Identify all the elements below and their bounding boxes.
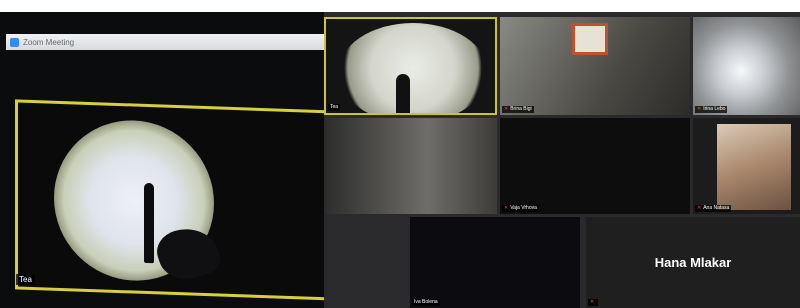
- wall-painting: [572, 23, 608, 55]
- muted-mic-icon: ✕: [504, 205, 509, 211]
- video-tile[interactable]: [324, 118, 497, 214]
- zoom-app-icon: [10, 37, 19, 47]
- participant-video: [717, 124, 791, 210]
- participant-name-tag: ✕: [588, 299, 599, 306]
- muted-mic-icon: ✕: [590, 299, 595, 305]
- speaker-name-tag: Tea: [16, 274, 35, 285]
- participant-name-tag: ✕ Irina Lebo: [695, 106, 728, 113]
- gallery-view: Tea ✕ Brina Bigi ✕ Irina Lebo ✕ Vaja Vrhova…: [324, 12, 800, 308]
- spotlight-circle: [338, 23, 488, 113]
- zoom-title-bar[interactable]: Zoom Meeting: [6, 34, 326, 50]
- video-tile[interactable]: ✕ Brina Bigi: [500, 17, 690, 115]
- dancer-silhouette: [396, 74, 410, 113]
- participant-display-name: Hana Mlakar: [654, 255, 732, 270]
- muted-mic-icon: ✕: [504, 106, 509, 112]
- video-tile[interactable]: Hana Mlakar ✕: [586, 217, 800, 308]
- speaker-view-photo: Zoom Meeting Tea: [0, 12, 326, 308]
- participant-name-tag: ✕ Vaja Vrhova: [502, 205, 539, 212]
- participant-name-tag: Tea: [328, 104, 341, 111]
- video-tile[interactable]: Iva Bolena: [410, 217, 580, 308]
- video-tile[interactable]: ✕ Vaja Vrhova: [500, 118, 690, 214]
- muted-mic-icon: ✕: [697, 106, 702, 112]
- active-speaker-frame[interactable]: [15, 99, 326, 301]
- muted-mic-icon: ✕: [697, 205, 702, 211]
- participant-name-tag: Iva Bolena: [412, 299, 440, 306]
- participant-name-tag: ✕ Brina Bigi: [502, 106, 534, 113]
- participant-name-tag: ✕ Ana Natasa: [695, 205, 732, 212]
- window-title: Zoom Meeting: [23, 37, 75, 47]
- video-tile[interactable]: ✕ Ana Natasa: [693, 118, 800, 214]
- video-tile[interactable]: Tea: [324, 17, 497, 115]
- dancer-silhouette: [144, 182, 154, 264]
- video-tile[interactable]: ✕ Irina Lebo: [693, 17, 800, 115]
